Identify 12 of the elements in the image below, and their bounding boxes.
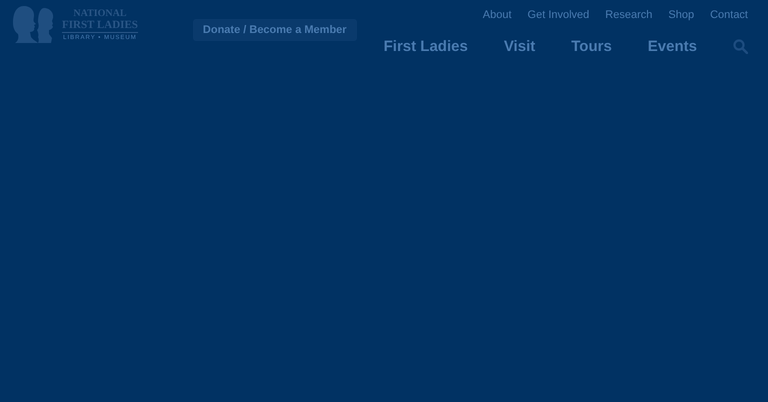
nav-link[interactable]: Contact — [710, 7, 748, 24]
nav-link[interactable]: Shop — [668, 7, 694, 24]
silhouette-logo-icon — [12, 5, 56, 45]
nav-link[interactable]: Get Involved — [528, 7, 590, 24]
search-icon[interactable] — [733, 39, 748, 54]
donate-button[interactable]: Donate / Become a Member — [192, 19, 357, 41]
nav-link[interactable]: About — [482, 7, 512, 24]
nav-link[interactable]: Research — [605, 7, 652, 24]
nav-link[interactable]: Events — [648, 36, 697, 58]
nav-link[interactable]: Tours — [571, 36, 612, 58]
nav-link[interactable]: Visit — [504, 36, 536, 58]
nav-link[interactable]: First Ladies — [384, 36, 468, 58]
